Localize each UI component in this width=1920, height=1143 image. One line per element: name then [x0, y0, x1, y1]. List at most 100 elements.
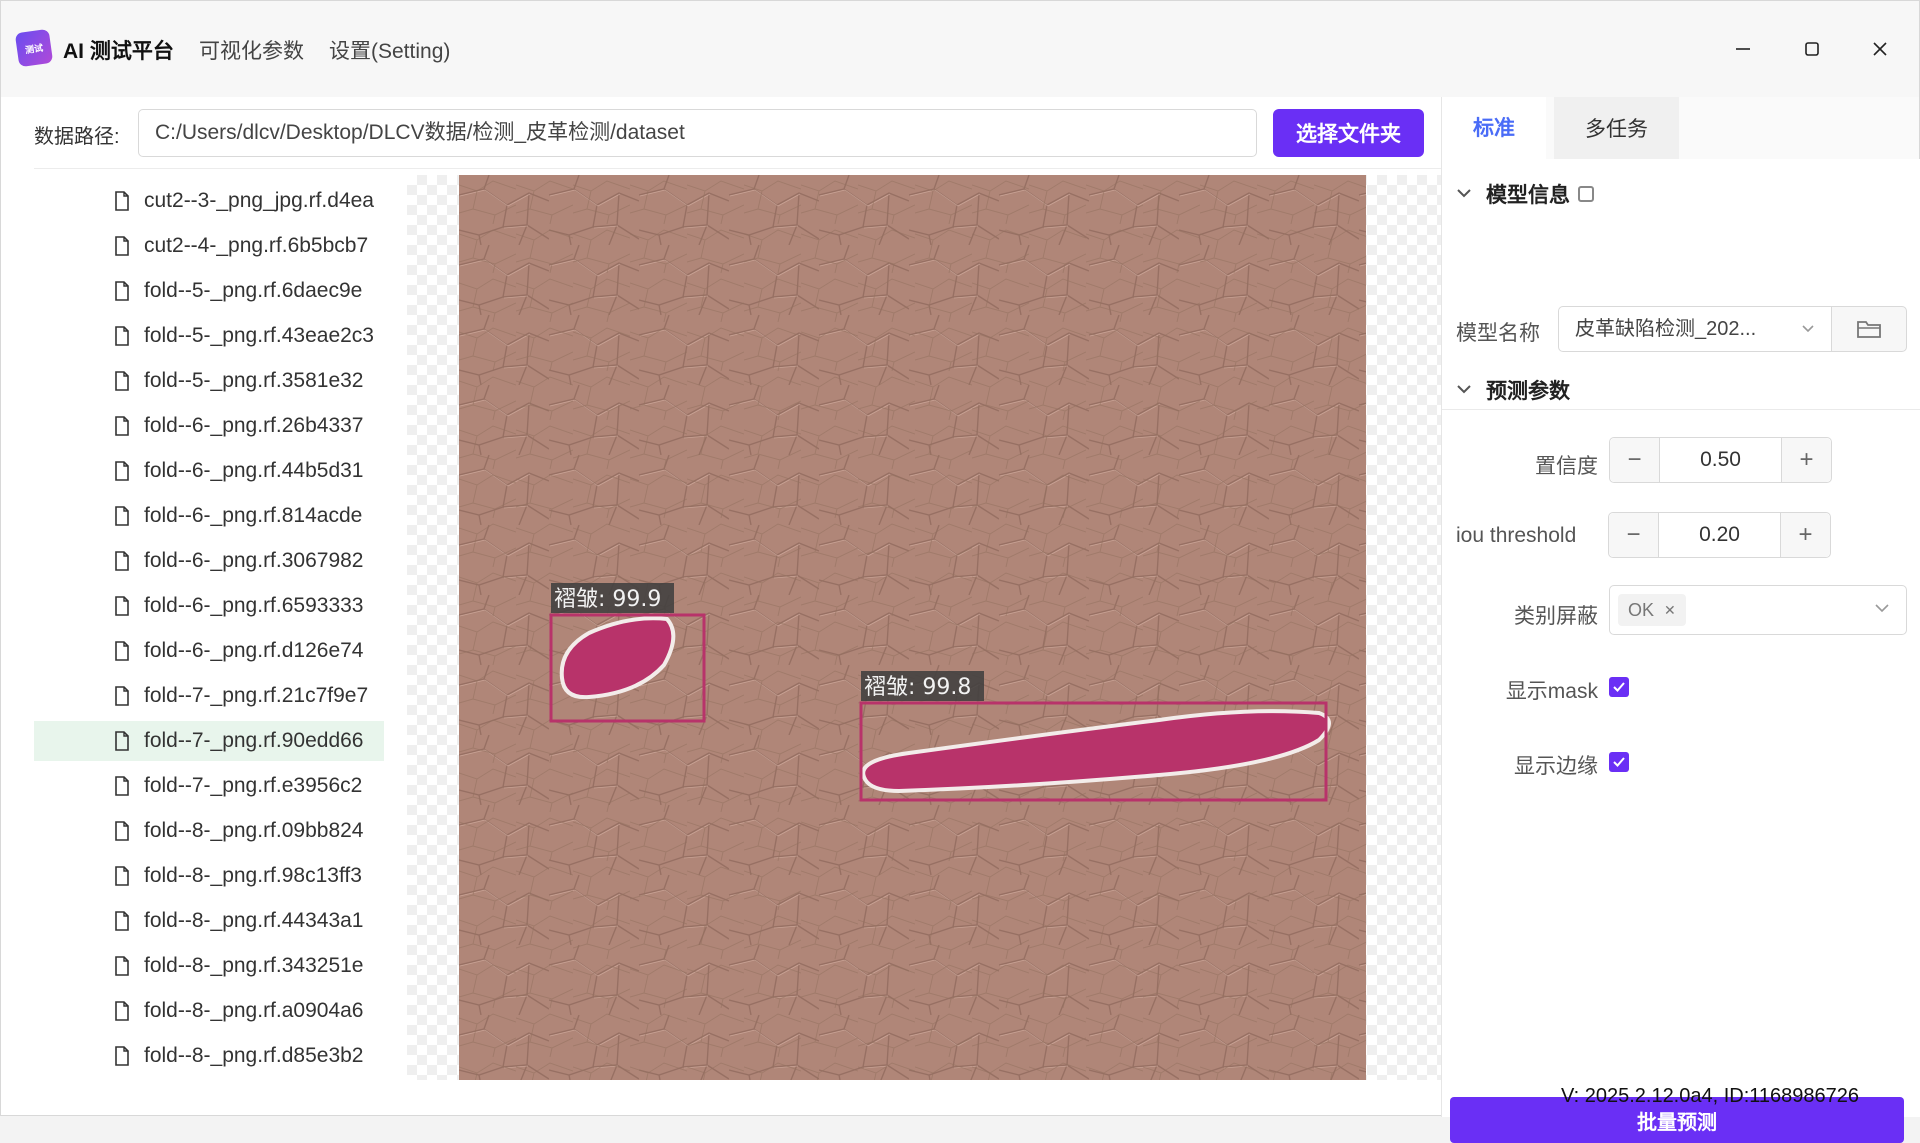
file-name: fold--5-_png.rf.6daec9e — [144, 279, 363, 302]
model-name-label: 模型名称 — [1456, 322, 1540, 345]
file-list-item[interactable]: fold--7-_png.rf.90edd66 — [34, 721, 384, 761]
file-list-item[interactable]: fold--8-_png.rf.09bb824 — [34, 811, 384, 851]
file-name: fold--5-_png.rf.3581e32 — [144, 369, 364, 392]
class-mask-select[interactable]: OK ✕ — [1609, 585, 1907, 635]
predict-params-title: 预测参数 — [1486, 380, 1570, 403]
select-folder-button[interactable]: 选择文件夹 — [1273, 109, 1424, 157]
file-list-item[interactable]: fold--8-_png.rf.d85e3b2 — [34, 1036, 384, 1076]
show-edge-checkbox[interactable] — [1609, 752, 1629, 772]
file-name: cut2--4-_png.rf.6b5bcb7 — [144, 234, 369, 257]
file-list[interactable]: cut2--3-_png_jpg.rf.d4ea cut2--4-_png.rf.… — [34, 181, 384, 1081]
file-name: fold--8-_png.rf.a0904a6 — [144, 999, 364, 1022]
file-icon — [114, 191, 130, 211]
iou-value[interactable]: 0.20 — [1659, 513, 1780, 557]
app-title: AI 测试平台 — [63, 40, 174, 63]
detection-2-label: 褶皱: 99.8 — [864, 675, 971, 700]
file-list-item[interactable]: fold--7-_png.rf.e3956c2 — [34, 766, 384, 806]
file-name: fold--7-_png.rf.21c7f9e7 — [144, 684, 369, 707]
file-name: fold--6-_png.rf.3067982 — [144, 549, 364, 572]
confidence-label: 置信度 — [1535, 455, 1598, 478]
version-info: V: 2025.2.12.0a4, ID:1168986726 — [1561, 1085, 1860, 1107]
file-name: fold--7-_png.rf.90edd66 — [144, 729, 364, 752]
file-icon — [114, 686, 130, 706]
app-logo: 测试 — [14, 28, 54, 68]
file-icon — [114, 551, 130, 571]
file-name: fold--8-_png.rf.98c13ff3 — [144, 864, 362, 887]
close-icon[interactable] — [1860, 31, 1900, 67]
image-viewer[interactable]: 褶皱: 99.9 褶皱: 99.8 — [407, 175, 1441, 1080]
file-list-item[interactable]: fold--5-_png.rf.6daec9e — [34, 271, 384, 311]
file-list-item[interactable]: cut2--4-_png.rf.6b5bcb7 — [34, 226, 384, 266]
class-tag: OK ✕ — [1618, 594, 1686, 626]
predict-params-header[interactable]: 预测参数 — [1456, 375, 1570, 405]
file-name: fold--6-_png.rf.814acde — [144, 504, 363, 527]
file-list-item[interactable]: fold--6-_png.rf.26b4337 — [34, 406, 384, 446]
confidence-value[interactable]: 0.50 — [1660, 438, 1781, 482]
file-name: cut2--3-_png_jpg.rf.d4ea — [144, 189, 374, 212]
title-bar: 测试 AI 测试平台 可视化参数 设置(Setting) — [1, 1, 1919, 97]
file-list-item[interactable]: fold--6-_png.rf.6593333 — [34, 586, 384, 626]
copy-icon[interactable] — [1578, 186, 1594, 202]
file-name: fold--6-_png.rf.44b5d31 — [144, 459, 364, 482]
model-info-header[interactable]: 模型信息 — [1456, 179, 1594, 209]
file-list-item[interactable]: fold--6-_png.rf.3067982 — [34, 541, 384, 581]
chevron-down-icon — [1874, 600, 1890, 618]
increment-button[interactable]: + — [1780, 513, 1830, 557]
minimize-icon[interactable] — [1723, 31, 1763, 67]
increment-button[interactable]: + — [1781, 438, 1831, 482]
file-icon — [114, 776, 130, 796]
file-name: fold--8-_png.rf.09bb824 — [144, 819, 364, 842]
file-icon — [114, 371, 130, 391]
file-list-item[interactable]: fold--6-_png.rf.d126e74 — [34, 631, 384, 671]
show-mask-label: 显示mask — [1505, 680, 1598, 703]
file-icon — [114, 236, 130, 256]
file-icon — [114, 956, 130, 976]
folder-icon — [1857, 321, 1881, 338]
file-list-item[interactable]: fold--6-_png.rf.814acde — [34, 496, 384, 536]
tab-multitask[interactable]: 多任务 — [1554, 97, 1679, 159]
file-name: fold--7-_png.rf.e3956c2 — [144, 774, 363, 797]
remove-tag-icon[interactable]: ✕ — [1664, 602, 1676, 619]
file-list-item[interactable]: fold--8-_png.rf.98c13ff3 — [34, 856, 384, 896]
chevron-down-icon — [1456, 381, 1476, 399]
detection-1-label: 褶皱: 99.9 — [554, 587, 661, 612]
file-icon — [114, 866, 130, 886]
file-icon — [114, 1001, 130, 1021]
decrement-button[interactable]: − — [1610, 438, 1660, 482]
file-list-item[interactable]: fold--6-_png.rf.44b5d31 — [34, 451, 384, 491]
panel-body: 模型信息 模型名称 皮革缺陷检测_202... 预测参数 置信度 − 0.50 … — [1442, 159, 1920, 1143]
menu-settings[interactable]: 设置(Setting) — [329, 35, 450, 65]
file-name: fold--6-_png.rf.6593333 — [144, 594, 364, 617]
decrement-button[interactable]: − — [1609, 513, 1659, 557]
model-name-select[interactable]: 皮革缺陷检测_202... — [1558, 306, 1832, 352]
file-list-item[interactable]: fold--7-_png.rf.21c7f9e7 — [34, 676, 384, 716]
file-list-item[interactable]: cut2--3-_png_jpg.rf.d4ea — [34, 181, 384, 221]
file-icon — [114, 416, 130, 436]
file-icon — [114, 911, 130, 931]
data-path-input[interactable]: C:/Users/dlcv/Desktop/DLCV数据/检测_皮革检测/dat… — [138, 109, 1257, 157]
file-name: fold--6-_png.rf.d126e74 — [144, 639, 364, 662]
checkmark-icon — [1613, 757, 1625, 767]
confidence-stepper[interactable]: − 0.50 + — [1609, 437, 1832, 483]
file-list-item[interactable]: fold--5-_png.rf.3581e32 — [34, 361, 384, 401]
file-list-item[interactable]: fold--8-_png.rf.a0904a6 — [34, 991, 384, 1031]
file-icon — [114, 461, 130, 481]
divider — [34, 168, 1441, 169]
file-list-item[interactable]: fold--5-_png.rf.43eae2c3 — [34, 316, 384, 356]
file-list-item[interactable]: fold--8-_png.rf.343251e — [34, 946, 384, 986]
show-mask-checkbox[interactable] — [1609, 677, 1629, 697]
file-list-item[interactable]: fold--8-_png.rf.44343a1 — [34, 901, 384, 941]
file-icon — [114, 596, 130, 616]
file-name: fold--5-_png.rf.43eae2c3 — [144, 324, 374, 347]
iou-label: iou threshold — [1456, 524, 1577, 547]
leather-image: 褶皱: 99.9 褶皱: 99.8 — [459, 175, 1366, 1080]
file-icon — [114, 326, 130, 346]
tab-standard[interactable]: 标准 — [1442, 97, 1546, 159]
maximize-icon[interactable] — [1792, 31, 1832, 67]
app-window: 测试 AI 测试平台 可视化参数 设置(Setting) 数据路径: C:/Us… — [0, 0, 1920, 1143]
open-model-folder-button[interactable] — [1831, 306, 1907, 352]
section-divider — [1442, 409, 1920, 410]
iou-stepper[interactable]: − 0.20 + — [1608, 512, 1831, 558]
menu-visual-params[interactable]: 可视化参数 — [199, 35, 304, 65]
data-path-label: 数据路径: — [34, 126, 120, 148]
